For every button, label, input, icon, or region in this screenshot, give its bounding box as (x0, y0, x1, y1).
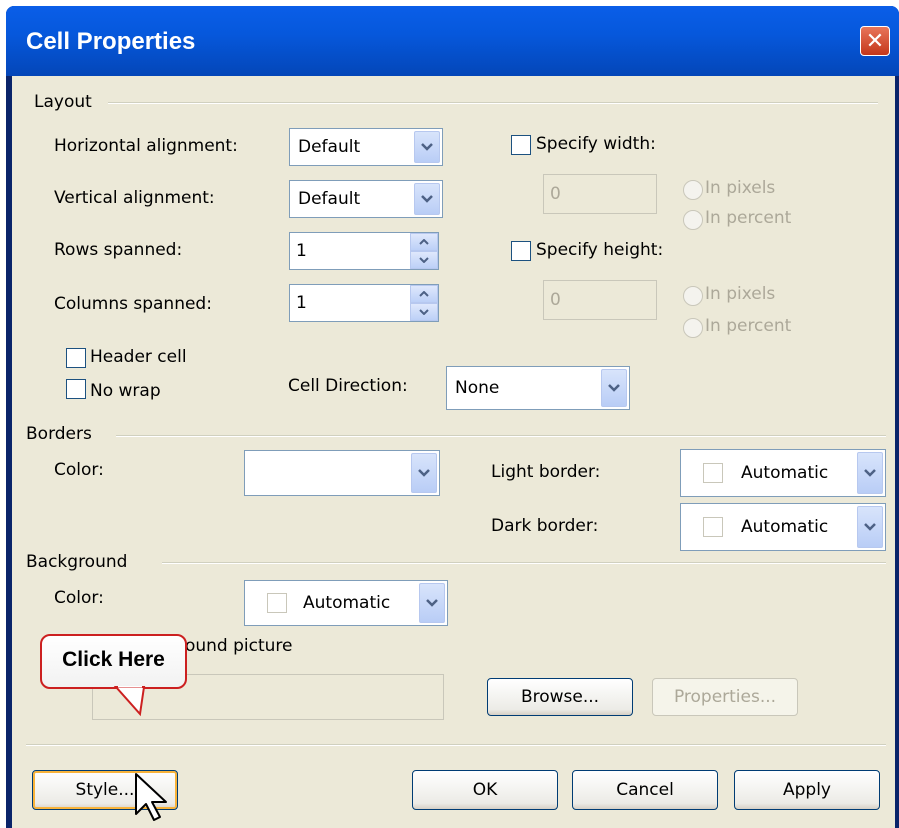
dialog-title: Cell Properties (26, 28, 196, 55)
header-cell-checkbox[interactable] (66, 348, 86, 368)
chevron-down-icon[interactable] (857, 452, 883, 494)
apply-button[interactable]: Apply (734, 770, 880, 810)
no-wrap-checkbox[interactable] (66, 379, 86, 399)
header-cell-label: Header cell (90, 347, 187, 367)
rows-spanned-label: Rows spanned: (54, 240, 183, 260)
browse-button[interactable]: Browse... (487, 678, 633, 716)
chevron-down-icon[interactable] (419, 583, 445, 623)
borders-group-label: Borders (26, 424, 92, 444)
ok-button[interactable]: OK (412, 770, 558, 810)
chevron-down-icon[interactable] (414, 131, 440, 163)
horizontal-alignment-select[interactable]: Default (289, 128, 443, 166)
vertical-alignment-label: Vertical alignment: (54, 188, 215, 208)
background-color-swatch (267, 593, 287, 613)
title-bar[interactable]: Cell Properties ✕ (6, 6, 899, 76)
browse-button-label: Browse... (520, 687, 600, 707)
width-percent-label: In percent (705, 208, 792, 228)
background-color-select[interactable]: Automatic (244, 580, 448, 626)
close-icon: ✕ (865, 29, 885, 54)
properties-button: Properties... (652, 678, 798, 716)
spin-down-icon[interactable] (410, 251, 438, 269)
height-input: 0 (543, 280, 657, 320)
height-value: 0 (550, 290, 561, 310)
specify-width-label: Specify width: (536, 134, 656, 154)
columns-spanned-value: 1 (296, 293, 307, 313)
cancel-button-label: Cancel (616, 780, 674, 800)
mouse-cursor-icon (135, 773, 167, 821)
callout-text: Click Here (62, 648, 165, 671)
height-pixels-label: In pixels (705, 284, 776, 304)
height-percent-radio (683, 318, 703, 338)
background-color-value: Automatic (303, 593, 391, 613)
footer-divider (26, 744, 886, 746)
properties-button-label: Properties... (673, 687, 777, 707)
layout-divider (108, 102, 878, 104)
chevron-down-icon[interactable] (857, 506, 883, 548)
chevron-down-icon[interactable] (411, 453, 437, 493)
specify-height-label: Specify height: (536, 240, 664, 260)
dark-border-label: Dark border: (491, 516, 599, 536)
cancel-button[interactable]: Cancel (572, 770, 718, 810)
dark-border-select[interactable]: Automatic (680, 503, 886, 551)
light-border-select[interactable]: Automatic (680, 449, 886, 497)
width-percent-radio (683, 210, 703, 230)
borders-divider (116, 435, 886, 437)
columns-spanned-stepper[interactable]: 1 (289, 284, 439, 322)
rows-spanned-value: 1 (296, 241, 307, 261)
ok-button-label: OK (472, 780, 498, 800)
specify-width-checkbox[interactable] (511, 135, 531, 155)
spin-down-icon[interactable] (410, 303, 438, 321)
borders-color-select[interactable] (244, 450, 440, 496)
layout-group-label: Layout (34, 92, 92, 112)
vertical-alignment-value: Default (298, 189, 361, 209)
specify-height-checkbox[interactable] (511, 241, 531, 261)
width-pixels-radio (683, 180, 703, 200)
borders-color-label: Color: (54, 460, 104, 480)
width-pixels-label: In pixels (705, 178, 776, 198)
spin-up-icon[interactable] (410, 285, 438, 303)
cell-direction-select[interactable]: None (446, 366, 630, 410)
background-group-label: Background (26, 552, 128, 572)
callout-pointer (113, 686, 146, 717)
cell-direction-label: Cell Direction: (288, 376, 408, 396)
light-border-swatch (703, 463, 723, 483)
background-color-label: Color: (54, 588, 104, 608)
spin-up-icon[interactable] (410, 233, 438, 251)
no-wrap-label: No wrap (90, 381, 161, 401)
background-divider (162, 562, 886, 564)
cell-direction-value: None (455, 378, 500, 398)
columns-spanned-label: Columns spanned: (54, 294, 212, 314)
chevron-down-icon[interactable] (601, 369, 627, 407)
rows-spanned-stepper[interactable]: 1 (289, 232, 439, 270)
width-input: 0 (543, 174, 657, 214)
apply-button-label: Apply (783, 780, 831, 800)
chevron-down-icon[interactable] (414, 183, 440, 215)
dark-border-swatch (703, 517, 723, 537)
close-button[interactable]: ✕ (860, 26, 890, 56)
width-value: 0 (550, 184, 561, 204)
vertical-alignment-select[interactable]: Default (289, 180, 443, 218)
height-pixels-radio (683, 286, 703, 306)
light-border-label: Light border: (491, 462, 601, 482)
height-percent-label: In percent (705, 316, 792, 336)
horizontal-alignment-label: Horizontal alignment: (54, 136, 238, 156)
horizontal-alignment-value: Default (298, 137, 361, 157)
dark-border-value: Automatic (741, 517, 829, 537)
light-border-value: Automatic (741, 463, 829, 483)
click-here-callout: Click Here (40, 634, 187, 689)
